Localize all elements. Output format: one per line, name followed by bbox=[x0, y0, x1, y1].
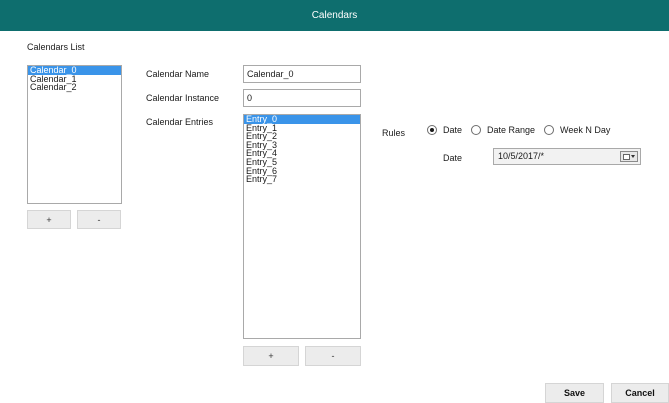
calendars-list-label: Calendars List bbox=[27, 42, 85, 52]
radio-date-range-label: Date Range bbox=[487, 125, 536, 135]
calendar-instance-label: Calendar Instance bbox=[146, 93, 220, 103]
calendar-dropdown-button[interactable] bbox=[620, 151, 638, 162]
cancel-button[interactable]: Cancel bbox=[611, 383, 669, 403]
calendar-name-input[interactable]: Calendar_0 bbox=[243, 65, 361, 83]
radio-week-n-day-indicator[interactable] bbox=[544, 125, 554, 135]
date-picker[interactable]: 10/5/2017/* bbox=[493, 148, 641, 165]
remove-entry-button[interactable]: - bbox=[305, 346, 361, 366]
calendar-name-label: Calendar Name bbox=[146, 69, 210, 79]
window-title: Calendars bbox=[311, 10, 358, 21]
radio-date-label: Date bbox=[443, 125, 463, 135]
calendars-listbox[interactable]: Calendar_0 Calendar_1 Calendar_2 bbox=[27, 65, 122, 204]
rules-label: Rules bbox=[382, 128, 406, 138]
calendar-icon bbox=[623, 153, 630, 160]
entry-item[interactable]: Entry_7 bbox=[244, 175, 360, 184]
radio-week-n-day[interactable]: Week N Day bbox=[544, 125, 610, 135]
add-entry-button[interactable]: + bbox=[243, 346, 299, 366]
radio-date-range[interactable]: Date Range bbox=[471, 125, 535, 135]
add-calendar-button[interactable]: + bbox=[27, 210, 71, 229]
calendar-instance-input[interactable]: 0 bbox=[243, 89, 361, 107]
date-label: Date bbox=[443, 153, 463, 163]
save-button[interactable]: Save bbox=[545, 383, 604, 403]
remove-calendar-button[interactable]: - bbox=[77, 210, 121, 229]
calendar-item[interactable]: Calendar_2 bbox=[28, 83, 121, 92]
chevron-down-icon bbox=[631, 155, 635, 158]
date-value: 10/5/2017/* bbox=[498, 151, 545, 161]
radio-date[interactable]: Date bbox=[427, 125, 462, 135]
calendar-entries-label: Calendar Entries bbox=[146, 117, 214, 127]
entries-listbox[interactable]: Entry_0 Entry_1 Entry_2 Entry_3 Entry_4 … bbox=[243, 114, 361, 339]
radio-week-n-day-label: Week N Day bbox=[560, 125, 611, 135]
title-bar: Calendars bbox=[0, 0, 669, 31]
radio-date-indicator[interactable] bbox=[427, 125, 437, 135]
radio-date-range-indicator[interactable] bbox=[471, 125, 481, 135]
